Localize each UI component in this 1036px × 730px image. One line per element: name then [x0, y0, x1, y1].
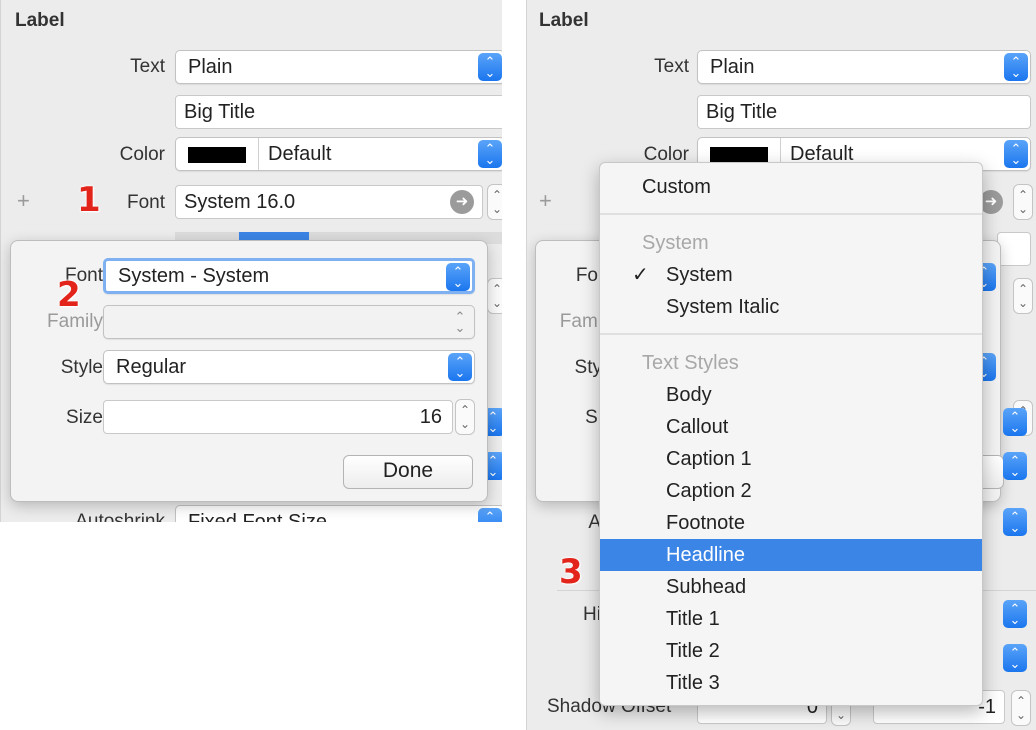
menu-header-text-styles: Text Styles [642, 352, 739, 374]
text-type-value: Plain [188, 56, 233, 78]
popup-arrows-icon: ⌃⌄ [1003, 600, 1027, 628]
label-text-value: Big Title [706, 101, 778, 123]
popover-size-label: Size [66, 407, 103, 428]
popup-arrows-icon: ⌃⌄ [478, 508, 502, 522]
color-label: Color [119, 144, 165, 165]
font-picker-arrow-icon[interactable]: ➜ [450, 190, 474, 214]
popover-style-label: Style [60, 357, 103, 378]
text-type-value: Plain [710, 56, 755, 78]
autoshrink-value: Fixed Font Size [188, 511, 327, 522]
text-label: Text [654, 56, 689, 77]
add-variation-icon[interactable]: + [539, 188, 552, 214]
stepper-icon[interactable]: ⌃⌄ [1013, 278, 1033, 314]
color-swatch [710, 147, 768, 163]
menu-header-system: System [642, 232, 709, 254]
step-badge-2: 2 [57, 275, 81, 315]
popover-font-label: Fo [575, 265, 598, 286]
font-menu: Custom System ✓ System System Italic Tex… [599, 162, 983, 706]
shadow-v-stepper[interactable]: ⌃ ⌄ [1011, 690, 1031, 726]
color-value: Default [268, 143, 332, 165]
popup-arrows-icon: ⌃⌄ [454, 309, 466, 335]
popup-arrows-icon: ⌃⌄ [1004, 140, 1028, 168]
menu-item-body[interactable]: Body [600, 379, 982, 411]
step-badge-3: 3 [559, 552, 583, 592]
color-swatch [188, 147, 246, 163]
highlighted-label: Hi [583, 604, 601, 625]
menu-item-title-3[interactable]: Title 3 [600, 667, 982, 699]
popup-arrows-icon: ⌃⌄ [1004, 53, 1028, 81]
menu-item-callout[interactable]: Callout [600, 411, 982, 443]
popover-size-label: Si [585, 407, 602, 428]
menu-item-caption-2[interactable]: Caption 2 [600, 475, 982, 507]
stepper-icon[interactable]: ⌃⌄ [487, 278, 502, 314]
popup-arrows-icon: ⌃⌄ [1003, 452, 1027, 480]
popover-size-value: 16 [419, 406, 442, 428]
popover-family-popup: ⌃ ⌄ [103, 305, 475, 339]
menu-item-system[interactable]: ✓ System [600, 259, 982, 291]
menu-item-title-1[interactable]: Title 1 [600, 603, 982, 635]
font-field[interactable]: System 16.0 ➜ [175, 185, 483, 219]
field-edge [997, 232, 1031, 266]
popup-arrows-icon: ⌃⌄ [1003, 508, 1027, 536]
add-variation-icon[interactable]: + [17, 188, 30, 214]
popover-font-value: System - System [118, 265, 270, 287]
popup-arrows-icon: ⌃⌄ [478, 53, 502, 81]
popup-arrows-icon: ⌃⌄ [1003, 644, 1027, 672]
menu-item-headline[interactable]: Headline [600, 539, 982, 571]
popup-arrows-icon: ⌃⌄ [446, 263, 470, 291]
popover-style-value: Regular [116, 356, 187, 378]
menu-separator [600, 213, 982, 215]
text-type-popup[interactable]: Plain ⌃ ⌄ [175, 50, 502, 84]
text-label: Text [130, 56, 165, 77]
label-text-field[interactable]: Big Title [175, 95, 502, 129]
menu-item-footnote[interactable]: Footnote [600, 507, 982, 539]
popover-family-label: Family [47, 311, 103, 332]
done-button[interactable]: Done [343, 455, 473, 489]
section-title: Label [15, 10, 65, 31]
label-text-value: Big Title [184, 101, 256, 123]
section-title: Label [539, 10, 589, 31]
font-value: System 16.0 [184, 191, 296, 213]
autoshrink-label: Autoshrink [75, 511, 165, 522]
popover-font-popup[interactable]: System - System ⌃ ⌄ [103, 258, 475, 294]
color-divider [258, 138, 259, 170]
popover-style-popup[interactable]: Regular ⌃ ⌄ [103, 350, 475, 384]
font-popover: Font System - System ⌃ ⌄ 2 Family ⌃ ⌄ Styl… [10, 240, 488, 502]
menu-separator [600, 333, 982, 335]
popover-size-stepper[interactable]: ⌃ ⌄ [455, 399, 475, 435]
popover-size-field[interactable]: 16 [103, 400, 453, 434]
text-type-popup[interactable]: Plain ⌃ ⌄ [697, 50, 1031, 84]
autoshrink-popup[interactable]: Fixed Font Size ⌃⌄ [175, 505, 502, 522]
color-popup[interactable]: Default ⌃ ⌄ [175, 137, 502, 171]
label-text-field[interactable]: Big Title [697, 95, 1031, 129]
font-size-stepper[interactable]: ⌃ ⌄ [487, 184, 502, 220]
menu-item-system-italic[interactable]: System Italic [600, 291, 982, 323]
autoshrink-label: A [588, 512, 601, 533]
step-badge-1: 1 [77, 180, 101, 220]
menu-item-caption-1[interactable]: Caption 1 [600, 443, 982, 475]
menu-item-subhead[interactable]: Subhead [600, 571, 982, 603]
font-size-stepper[interactable]: ⌃ ⌄ [1013, 184, 1033, 220]
popup-arrows-icon: ⌃⌄ [1003, 408, 1027, 436]
popup-arrows-icon: ⌃⌄ [478, 140, 502, 168]
font-label: Font [126, 192, 165, 213]
menu-item-title-2[interactable]: Title 2 [600, 635, 982, 667]
checkmark-icon: ✓ [632, 264, 649, 286]
menu-item-custom[interactable]: Custom [600, 171, 982, 203]
popover-style-label: Sty [574, 357, 602, 378]
popover-family-label: Fami [559, 311, 602, 332]
popup-arrows-icon: ⌃⌄ [448, 353, 472, 381]
